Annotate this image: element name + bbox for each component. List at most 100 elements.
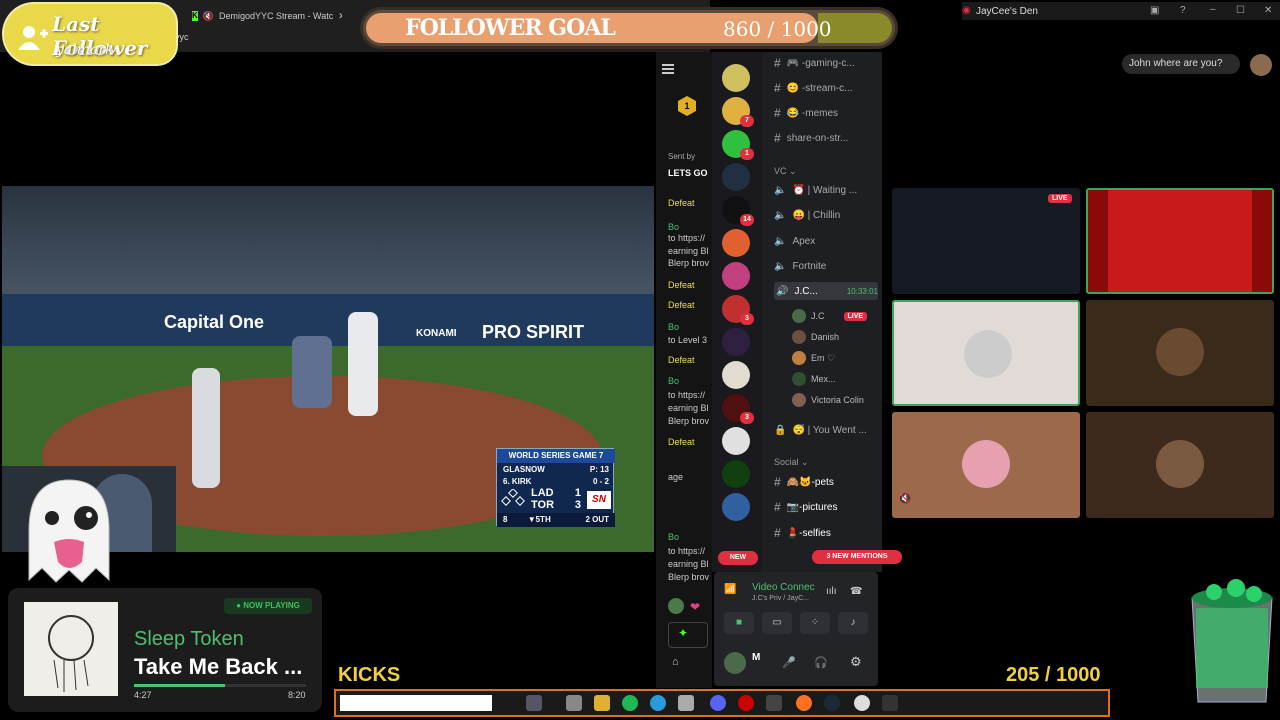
chat-line: Bo (668, 532, 680, 542)
firefox-icon[interactable] (796, 695, 812, 711)
widgets-icon[interactable] (526, 695, 542, 711)
voice-waiting[interactable]: 🔈 ⏰ | Waiting ... (774, 181, 857, 199)
discord-server-rail: 7 1 14 3 3 (712, 52, 762, 572)
menu-icon[interactable] (662, 64, 676, 74)
server-icon[interactable] (722, 163, 750, 191)
disconnect-icon[interactable]: ☎ (850, 586, 862, 597)
vc-user-name: Victoria Colin (811, 395, 864, 405)
channel-memes[interactable]: # 😂 -memes (774, 104, 838, 122)
channel-pictures[interactable]: # 📷-pictures (774, 498, 837, 516)
address-bar[interactable]: dyyc (170, 32, 350, 48)
noise-suppression-icon[interactable]: ıılı (826, 586, 837, 597)
task-view-icon[interactable] (566, 695, 582, 711)
server-icon[interactable]: 3 (722, 295, 754, 325)
voice-apex[interactable]: 🔈 Apex (774, 232, 815, 250)
new-mentions-pill[interactable]: 3 NEW MENTIONS (812, 550, 902, 564)
red-room (1108, 190, 1252, 292)
voice-chillin[interactable]: 🔈 😛 | Chillin (774, 206, 840, 224)
server-icon[interactable] (722, 229, 750, 257)
store-icon[interactable]: ⌂ (672, 656, 679, 668)
voice-locked[interactable]: 🔒 😴 | You Went ... (774, 421, 867, 439)
new-servers-pill[interactable]: NEW (718, 551, 758, 565)
vc-user[interactable]: Danish (792, 329, 839, 345)
server-icon[interactable]: 1 (722, 130, 754, 160)
voice-tile-4[interactable] (1086, 412, 1274, 518)
browser-tab[interactable]: K 🔇 DemigodYYC Stream - Watc ✕ (192, 6, 342, 26)
activities-button[interactable]: ⁘ (800, 612, 830, 634)
scorebug: WORLD SERIES GAME 7 GLASNOW P: 13 6. KIR… (496, 448, 615, 527)
epic-games-icon[interactable] (882, 695, 898, 711)
scorebug-header: WORLD SERIES GAME 7 (497, 449, 615, 463)
ad-pro-spirit: PRO SPIRIT (482, 322, 585, 342)
file-explorer-icon[interactable] (594, 695, 610, 711)
taskbar-search[interactable] (340, 695, 492, 711)
voice-channel-path[interactable]: J.C's Priv / JayC... (752, 595, 809, 602)
user-avatar[interactable] (724, 652, 746, 674)
chat-line: earning Bl (668, 246, 709, 256)
settings-gear-icon[interactable]: ⚙ (850, 654, 862, 670)
discord-icon[interactable] (710, 695, 726, 711)
stream-tile-2[interactable] (1086, 188, 1274, 294)
app-icon[interactable] (678, 695, 694, 711)
server-icon[interactable] (722, 427, 750, 455)
channel-selfies[interactable]: # 💄-selfies (774, 524, 831, 542)
mic-icon[interactable]: 🎤 (782, 656, 796, 669)
vc-user[interactable]: Em ♡ (792, 350, 835, 366)
batter (348, 312, 378, 416)
chat-line: Defeat (668, 198, 695, 208)
help-icon[interactable]: ? (1180, 5, 1186, 16)
voice-active-channel[interactable]: 🔊 J.C... 10:33:01 (774, 282, 878, 300)
maximize-icon[interactable]: ☐ (1236, 5, 1245, 16)
soundboard-button[interactable]: ♪ (838, 612, 868, 634)
channel-label: 🙈🐱-pets (786, 476, 834, 488)
server-icon[interactable] (722, 64, 750, 92)
server-icon[interactable]: 3 (722, 394, 754, 424)
minimize-icon[interactable]: – (1210, 4, 1216, 15)
obs-icon[interactable] (854, 695, 870, 711)
emote-icon[interactable]: ✦ (678, 626, 688, 640)
server-icon[interactable] (722, 460, 750, 488)
edge-icon[interactable] (650, 695, 666, 711)
goal-count: 860 / 1000 (723, 17, 832, 41)
vc-user[interactable]: J.C LIVE (792, 308, 868, 324)
vc-user[interactable]: Victoria Colin (792, 392, 864, 408)
server-icon[interactable] (722, 361, 750, 389)
server-icon[interactable]: 7 (722, 97, 754, 127)
category-social[interactable]: Social ⌄ (774, 457, 809, 468)
server-badge: 7 (740, 115, 754, 127)
network-logo: SN (587, 491, 611, 509)
channel-stream[interactable]: # 😊 -stream-c... (774, 79, 852, 97)
vc-user-name: Em ♡ (811, 352, 836, 363)
terminal-icon[interactable] (766, 695, 782, 711)
inbox-icon[interactable]: ▣ (1150, 5, 1159, 16)
track-duration: 8:20 (288, 690, 306, 700)
voice-tile-3[interactable]: 🔇 (892, 412, 1080, 518)
category-vc[interactable]: VC ⌄ (774, 166, 797, 177)
channel-gaming[interactable]: # 🎮 -gaming-c... (774, 54, 855, 72)
channel-share[interactable]: # share-on-str... (774, 129, 848, 147)
opera-icon[interactable] (738, 695, 754, 711)
channel-label: 💄-selfies (786, 527, 831, 539)
album-art (24, 602, 118, 696)
headphones-icon[interactable]: 🎧 (814, 656, 828, 669)
close-icon[interactable]: ✕ (338, 11, 342, 22)
close-window-icon[interactable]: ✕ (1264, 5, 1272, 16)
spotify-icon[interactable] (622, 695, 638, 711)
server-icon[interactable] (722, 262, 750, 290)
user-avatar (792, 309, 806, 323)
server-icon[interactable] (722, 493, 750, 521)
voice-tile-2[interactable] (1086, 300, 1274, 406)
track-elapsed: 4:27 (134, 690, 152, 700)
server-icon[interactable]: 14 (722, 196, 754, 226)
voice-fortnite[interactable]: 🔈 Fortnite (774, 257, 826, 275)
hash-icon: # (774, 81, 781, 95)
camera-button[interactable]: ■ (724, 612, 754, 634)
channel-pets[interactable]: # 🙈🐱-pets (774, 473, 834, 491)
vc-user[interactable]: Mex... (792, 371, 836, 387)
steam-icon[interactable] (824, 695, 840, 711)
screen-share-button[interactable]: ▭ (762, 612, 792, 634)
server-icon[interactable] (722, 328, 750, 356)
ad-konami: KONAMI (416, 328, 457, 339)
stream-tile-1[interactable]: LIVE (892, 188, 1080, 294)
voice-tile-1[interactable] (892, 300, 1080, 406)
